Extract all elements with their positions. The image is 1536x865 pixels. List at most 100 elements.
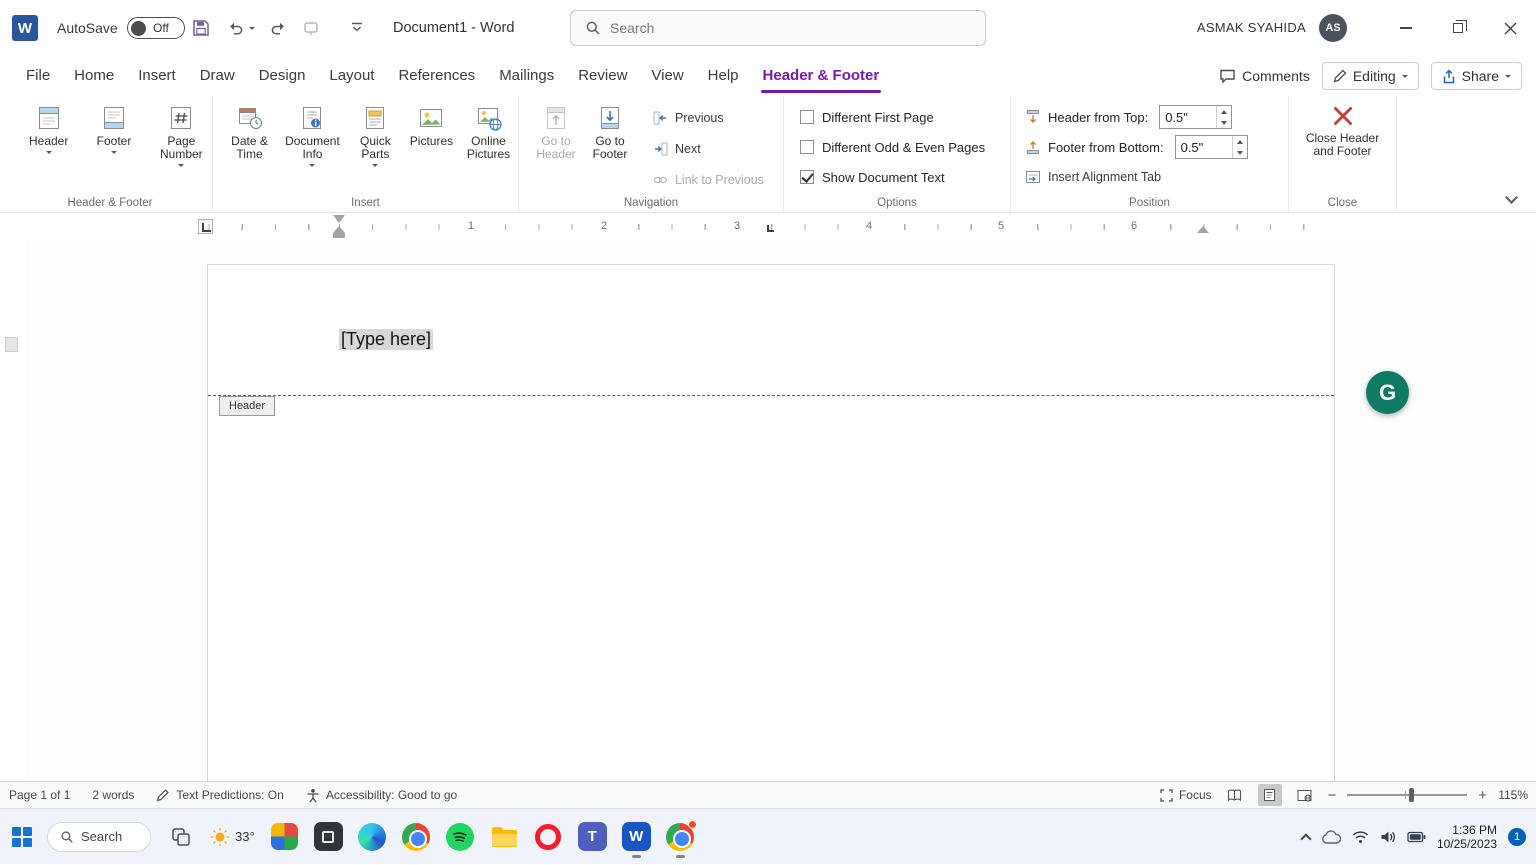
- taskbar-app-icon[interactable]: [314, 822, 343, 851]
- footer-button[interactable]: Footer: [85, 97, 142, 191]
- header-from-top-input[interactable]: [1160, 106, 1216, 128]
- hanging-indent-marker[interactable]: [333, 226, 345, 233]
- opera-browser-icon[interactable]: [534, 822, 563, 851]
- read-mode-button[interactable]: [1223, 784, 1247, 806]
- tab-layout[interactable]: Layout: [329, 56, 374, 96]
- undo-menu-caret-icon[interactable]: [249, 27, 255, 30]
- grammarly-widget[interactable]: G: [1366, 371, 1409, 414]
- chrome-browser-icon[interactable]: [402, 822, 431, 851]
- spinner-up-icon[interactable]: [1237, 140, 1243, 144]
- zoom-slider-thumb[interactable]: [1409, 788, 1414, 802]
- header-button[interactable]: Header: [20, 97, 77, 191]
- tray-overflow-chevron-icon[interactable]: [1300, 833, 1311, 844]
- web-layout-button[interactable]: [1293, 784, 1317, 806]
- zoom-level[interactable]: 115%: [1498, 788, 1528, 802]
- page-indicator[interactable]: Page 1 of 1: [9, 788, 70, 802]
- spotify-app-icon[interactable]: [446, 822, 475, 851]
- text-predictions-status[interactable]: Text Predictions: On: [156, 788, 283, 802]
- spinner-down-icon[interactable]: [1221, 121, 1227, 125]
- comments-button[interactable]: Comments: [1219, 68, 1310, 84]
- go-to-header-button[interactable]: Go to Header: [529, 97, 583, 191]
- tab-insert[interactable]: Insert: [138, 56, 176, 96]
- search-bar[interactable]: [570, 10, 986, 46]
- undo-button[interactable]: [226, 19, 244, 37]
- clock[interactable]: 1:36 PM 10/25/2023: [1437, 823, 1497, 851]
- close-header-footer-button[interactable]: Close Header and Footer: [1293, 96, 1393, 190]
- different-odd-even-checkbox[interactable]: Different Odd & Even Pages: [784, 132, 1010, 162]
- file-explorer-icon[interactable]: [490, 822, 519, 851]
- tab-mailings[interactable]: Mailings: [499, 56, 554, 96]
- focus-mode-button[interactable]: Focus: [1160, 788, 1212, 802]
- customize-quick-access-button[interactable]: [350, 22, 364, 34]
- online-pictures-button[interactable]: Online Pictures: [459, 97, 518, 191]
- task-view-button[interactable]: [166, 822, 195, 851]
- tab-draw[interactable]: Draw: [200, 56, 235, 96]
- link-to-previous-button[interactable]: Link to Previous: [647, 167, 770, 193]
- go-to-footer-button[interactable]: Go to Footer: [583, 97, 637, 191]
- zoom-out-button[interactable]: −: [1328, 788, 1337, 803]
- first-line-indent-marker[interactable]: [333, 215, 345, 223]
- spinner-arrows[interactable]: [1216, 106, 1231, 128]
- onedrive-cloud-icon[interactable]: [1321, 830, 1341, 845]
- editing-mode-button[interactable]: Editing: [1322, 62, 1419, 90]
- next-button[interactable]: Next: [647, 136, 770, 162]
- tab-home[interactable]: Home: [74, 56, 114, 96]
- accessibility-status[interactable]: Accessibility: Good to go: [306, 788, 457, 803]
- tab-view[interactable]: View: [651, 56, 683, 96]
- tab-design[interactable]: Design: [259, 56, 306, 96]
- redo-button[interactable]: [270, 19, 288, 37]
- document-canvas[interactable]: [Type here] Header G: [0, 240, 1536, 781]
- tab-stop-marker[interactable]: [767, 225, 774, 232]
- insert-alignment-tab-button[interactable]: Insert Alignment Tab: [1019, 164, 1167, 190]
- pictures-button[interactable]: Pictures: [406, 97, 457, 191]
- browser-app-icon[interactable]: [666, 822, 695, 851]
- taskbar-search[interactable]: Search: [47, 822, 151, 852]
- spinner-up-icon[interactable]: [1221, 110, 1227, 114]
- right-indent-marker[interactable]: [1197, 226, 1209, 233]
- vertical-ruler[interactable]: [0, 240, 25, 781]
- spinner-arrows[interactable]: [1232, 136, 1247, 158]
- footer-from-bottom-input[interactable]: [1176, 136, 1232, 158]
- tab-help[interactable]: Help: [708, 56, 739, 96]
- footer-from-bottom-spinner[interactable]: [1175, 135, 1248, 159]
- avatar[interactable]: AS: [1319, 14, 1347, 42]
- horizontal-ruler[interactable]: 1 2 3 4 5 6: [207, 213, 1335, 240]
- battery-icon[interactable]: [1407, 831, 1426, 843]
- zoom-in-button[interactable]: +: [1478, 788, 1487, 803]
- previous-button[interactable]: Previous: [647, 105, 770, 131]
- share-button[interactable]: Share: [1431, 62, 1522, 90]
- autosave-toggle[interactable]: Off: [127, 17, 185, 39]
- header-from-top-spinner[interactable]: [1159, 105, 1232, 129]
- header-placeholder-text[interactable]: [Type here]: [339, 329, 433, 350]
- start-button[interactable]: [12, 827, 32, 847]
- word-count[interactable]: 2 words: [92, 788, 134, 802]
- spinner-down-icon[interactable]: [1237, 151, 1243, 155]
- teams-app-icon[interactable]: T: [578, 822, 607, 851]
- print-layout-button[interactable]: [1258, 784, 1282, 806]
- close-button[interactable]: [1484, 0, 1536, 56]
- wifi-icon[interactable]: [1352, 830, 1369, 844]
- tab-header-footer[interactable]: Header & Footer: [763, 56, 880, 96]
- page-number-button[interactable]: Page Number: [151, 97, 212, 191]
- left-indent-marker[interactable]: [333, 233, 345, 238]
- document-info-button[interactable]: Document Info: [280, 97, 345, 191]
- different-first-page-checkbox[interactable]: Different First Page: [784, 102, 1010, 132]
- notification-count-badge[interactable]: 1: [1508, 828, 1526, 846]
- word-app-icon[interactable]: W: [622, 822, 651, 851]
- minimize-button[interactable]: [1380, 0, 1432, 56]
- touch-mouse-mode-button[interactable]: [302, 19, 320, 37]
- search-input[interactable]: [610, 20, 971, 36]
- taskbar-app-icon[interactable]: [270, 822, 299, 851]
- collapse-ribbon-icon[interactable]: [1505, 191, 1518, 204]
- quick-parts-button[interactable]: Quick Parts: [347, 97, 404, 191]
- word-logo-icon[interactable]: W: [12, 15, 38, 41]
- tab-references[interactable]: References: [398, 56, 475, 96]
- save-button[interactable]: [192, 19, 210, 37]
- document-page[interactable]: [Type here] Header: [207, 264, 1335, 781]
- restore-button[interactable]: [1432, 0, 1484, 56]
- edge-browser-icon[interactable]: [358, 822, 387, 851]
- show-document-text-checkbox[interactable]: Show Document Text: [784, 162, 1010, 192]
- tab-file[interactable]: File: [26, 56, 50, 96]
- zoom-slider[interactable]: [1347, 788, 1467, 802]
- weather-widget[interactable]: 33°: [210, 827, 255, 847]
